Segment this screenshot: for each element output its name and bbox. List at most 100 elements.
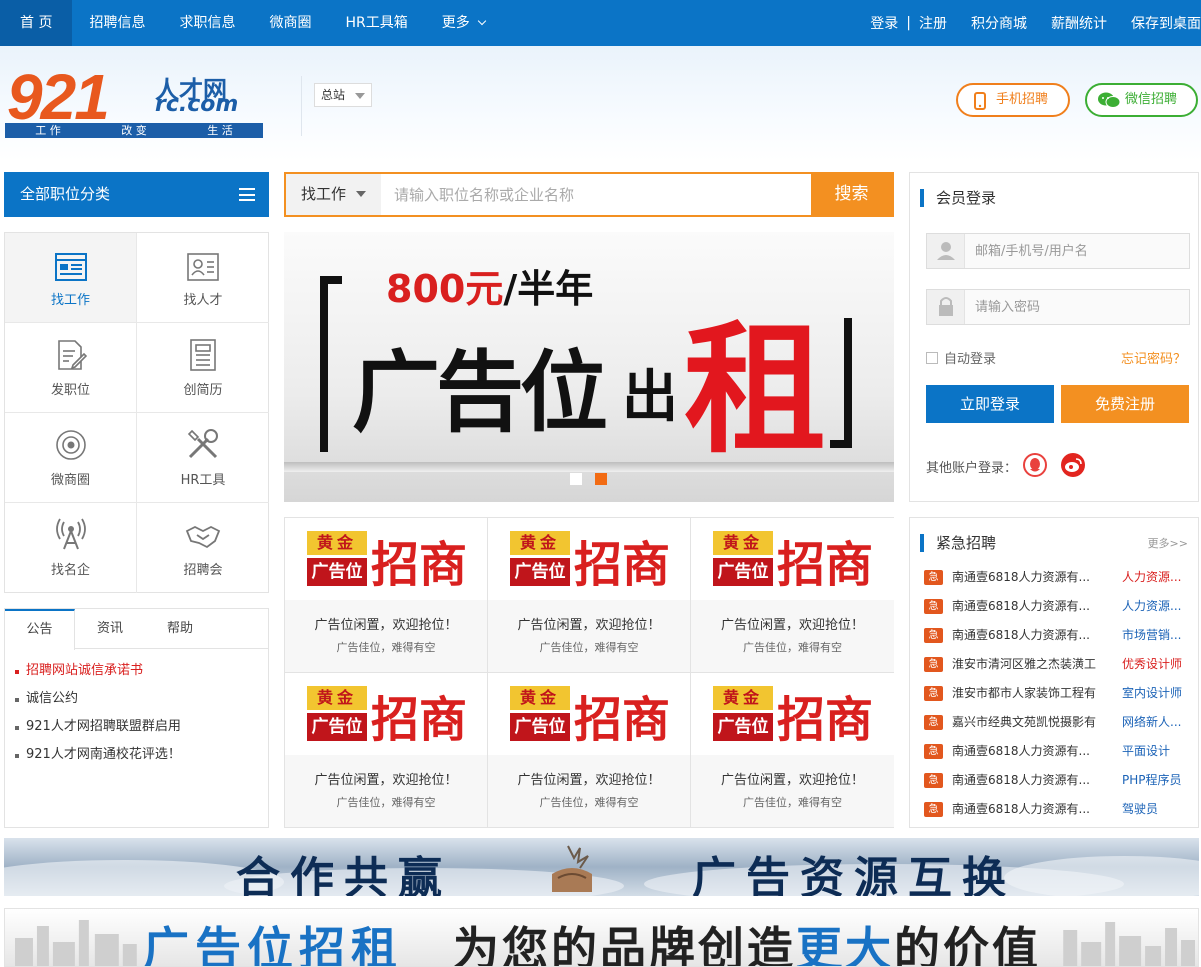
auto-login-checkbox[interactable] <box>926 351 938 364</box>
search-button[interactable]: 搜索 <box>811 174 892 215</box>
qq-login-icon[interactable] <box>1023 453 1047 477</box>
ad-caption-main: 广告位闲置，欢迎抢位！ <box>314 773 458 788</box>
ad-caption: 广告位闲置，欢迎抢位！ 广告佳位，难得有空 <box>488 755 690 827</box>
mobile-recruit-button[interactable]: 手机招聘 <box>956 83 1070 117</box>
weibo-login-icon[interactable] <box>1061 453 1085 477</box>
post-job-icon <box>58 340 87 370</box>
ad-image: 黄金 广告位 招商 <box>488 673 690 755</box>
hero-banner[interactable]: 800元/半年 广告位 出 租 <box>284 232 894 502</box>
list-item[interactable]: 急南通壹6818人力资源有... 人力资源... <box>924 566 1194 595</box>
quick-find-job[interactable]: 找工作 <box>5 233 137 323</box>
list-item[interactable]: 921人才网南通校花评选！ <box>15 741 268 769</box>
company-name[interactable]: 南通壹6818人力资源有... <box>952 624 1112 646</box>
wechat-recruit-button[interactable]: 微信招聘 <box>1085 83 1198 117</box>
list-item[interactable]: 急南通壹6818人力资源有... PHP程序员 <box>924 769 1194 798</box>
ad-rent-banner[interactable]: 广告位招租 为您的品牌创造更大的价值 <box>4 908 1199 967</box>
company-name[interactable]: 淮安市清河区雅之杰装潢工 <box>952 653 1112 675</box>
company-name[interactable]: 南通壹6818人力资源有... <box>952 769 1112 791</box>
more-link[interactable]: 更多>> <box>1148 535 1188 551</box>
company-name[interactable]: 南通壹6818人力资源有... <box>952 740 1112 762</box>
ad-slot[interactable]: 黄金 广告位 招商 广告位闲置，欢迎抢位！ 广告佳位，难得有空 <box>488 673 691 828</box>
auto-login-label: 自动登录 <box>944 352 997 367</box>
job-title[interactable]: 室内设计师 <box>1122 682 1194 704</box>
ad-caption-sub: 广告佳位，难得有空 <box>743 796 842 809</box>
list-item[interactable]: 急淮安市清河区雅之杰装潢工 优秀设计师 <box>924 653 1194 682</box>
login-title: 会员登录 <box>920 189 996 207</box>
all-categories-bar[interactable]: 全部职位分类 <box>4 172 269 217</box>
nav-seekers[interactable]: 求职信息 <box>162 0 252 46</box>
carousel-dot[interactable] <box>570 473 582 485</box>
job-title[interactable]: 市场营销... <box>1122 624 1194 646</box>
search-type-select[interactable]: 找工作 <box>286 174 381 215</box>
quick-create-resume[interactable]: 创简历 <box>137 323 269 413</box>
job-title[interactable]: 人力资源... <box>1122 566 1194 588</box>
company-name[interactable]: 南通壹6818人力资源有... <box>952 566 1112 588</box>
job-title[interactable]: PHP程序员 <box>1122 769 1194 791</box>
save-desktop-link[interactable]: 保存到桌面 <box>1131 13 1201 33</box>
password-input[interactable] <box>965 290 1189 324</box>
nav-hr-tools[interactable]: HR工具箱 <box>328 0 424 46</box>
nav-jobs[interactable]: 招聘信息 <box>72 0 162 46</box>
salary-stats-link[interactable]: 薪酬统计 <box>1051 13 1107 33</box>
site-selector[interactable]: 总站 <box>314 83 372 107</box>
auto-login[interactable]: 自动登录 <box>926 348 996 367</box>
site-logo[interactable]: 921 人才网 rc.com 工 作 改 变 生 活 <box>5 61 265 138</box>
search-input[interactable] <box>381 174 811 215</box>
ad-slot[interactable]: 黄金 广告位 招商 广告位闲置，欢迎抢位！ 广告佳位，难得有空 <box>691 518 894 673</box>
company-name[interactable]: 嘉兴市经典文苑凯悦摄影有 <box>952 711 1112 733</box>
ad-slot[interactable]: 黄金 广告位 招商 广告位闲置，欢迎抢位！ 广告佳位，难得有空 <box>285 518 488 673</box>
points-mall-link[interactable]: 积分商城 <box>971 13 1027 33</box>
list-item[interactable]: 921人才网招聘联盟群启用 <box>15 713 268 741</box>
ad-slot[interactable]: 黄金 广告位 招商 广告位闲置，欢迎抢位！ 广告佳位，难得有空 <box>691 673 894 828</box>
ad-slot[interactable]: 黄金 广告位 招商 广告位闲置，欢迎抢位！ 广告佳位，难得有空 <box>285 673 488 828</box>
job-title[interactable]: 网络新人... <box>1122 711 1194 733</box>
list-item[interactable]: 急南通壹6818人力资源有... 平面设计 <box>924 740 1194 769</box>
gold-badge-top: 黄金 <box>713 686 773 710</box>
list-item[interactable]: 诚信公约 <box>15 685 268 713</box>
list-item[interactable]: 急南通壹6818人力资源有... 驾驶员 <box>924 798 1194 827</box>
job-title[interactable]: 人力资源... <box>1122 595 1194 617</box>
list-item[interactable]: 急淮安市都市人家装饰工程有 室内设计师 <box>924 682 1194 711</box>
ad-slot[interactable]: 黄金 广告位 招商 广告位闲置，欢迎抢位！ 广告佳位，难得有空 <box>488 518 691 673</box>
tab-news[interactable]: 资讯 <box>75 609 145 648</box>
register-link[interactable]: 注册 <box>919 13 947 33</box>
urgent-badge: 急 <box>924 657 943 672</box>
search-type-value: 找工作 <box>301 185 347 203</box>
tab-announcements[interactable]: 公告 <box>5 609 75 650</box>
ad-caption: 广告位闲置，欢迎抢位！ 广告佳位，难得有空 <box>285 755 487 827</box>
logo-slogan: 工 作 改 变 生 活 <box>5 123 263 138</box>
company-name[interactable]: 淮安市都市人家装饰工程有 <box>952 682 1112 704</box>
list-item[interactable]: 急南通壹6818人力资源有... 人力资源... <box>924 595 1194 624</box>
gold-badge-bottom: 广告位 <box>307 558 367 586</box>
register-button[interactable]: 免费注册 <box>1061 385 1189 423</box>
nav-more[interactable]: 更多 <box>425 0 502 46</box>
login-button[interactable]: 立即登录 <box>926 385 1054 423</box>
job-title[interactable]: 平面设计 <box>1122 740 1194 762</box>
list-item[interactable]: 招聘网站诚信承诺书 <box>15 657 268 685</box>
quick-famous-companies[interactable]: 找名企 <box>5 503 137 593</box>
forgot-password-link[interactable]: 忘记密码？ <box>1121 348 1186 367</box>
carousel-dot-active[interactable] <box>595 473 607 485</box>
quick-post-job[interactable]: 发职位 <box>5 323 137 413</box>
quick-hr-tools[interactable]: HR工具 <box>137 413 269 503</box>
job-title[interactable]: 优秀设计师 <box>1122 653 1194 675</box>
company-name[interactable]: 南通壹6818人力资源有... <box>952 798 1112 820</box>
list-item[interactable]: 急嘉兴市经典文苑凯悦摄影有 网络新人... <box>924 711 1194 740</box>
tab-help[interactable]: 帮助 <box>145 609 215 648</box>
list-item[interactable]: 急南通壹6818人力资源有... 市场营销... <box>924 624 1194 653</box>
nav-home[interactable]: 首 页 <box>0 0 73 46</box>
username-input[interactable] <box>965 234 1189 268</box>
urgent-badge: 急 <box>924 744 943 759</box>
cooperation-banner[interactable]: 合作共赢 广告资源互换 <box>4 838 1199 896</box>
job-title[interactable]: 驾驶员 <box>1122 798 1194 820</box>
quick-job-fair[interactable]: 招聘会 <box>137 503 269 593</box>
company-name[interactable]: 南通壹6818人力资源有... <box>952 595 1112 617</box>
login-link[interactable]: 登录 <box>870 13 898 33</box>
nav-wechat-circle[interactable]: 微商圈 <box>252 0 328 46</box>
ad-image: 黄金 广告位 招商 <box>488 518 690 600</box>
quick-wechat-circle[interactable]: 微商圈 <box>5 413 137 503</box>
banner-price-suffix: /半年 <box>503 267 594 311</box>
header-divider <box>301 76 302 136</box>
quick-find-talent[interactable]: 找人才 <box>137 233 269 323</box>
ad-image: 黄金 广告位 招商 <box>691 518 894 600</box>
